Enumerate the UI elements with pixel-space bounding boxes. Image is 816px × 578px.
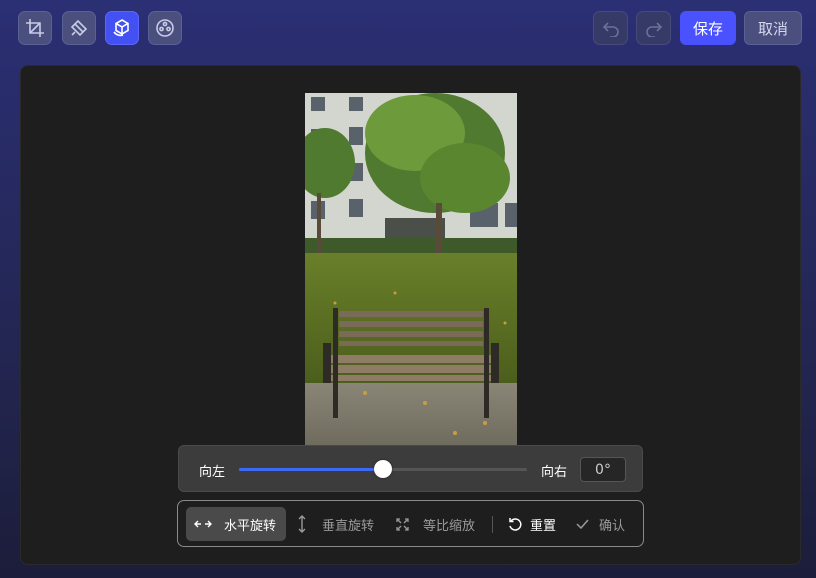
rotate-left-label[interactable]: 向左 bbox=[199, 461, 225, 480]
filter-tool-button[interactable] bbox=[148, 11, 182, 45]
redo-button[interactable] bbox=[636, 11, 671, 45]
horizontal-flip-label: 水平旋转 bbox=[224, 518, 277, 534]
reset-button[interactable]: 重置 bbox=[508, 507, 568, 541]
check-icon bbox=[576, 519, 589, 529]
reset-icon bbox=[508, 517, 522, 531]
transform-icon bbox=[113, 19, 129, 37]
proportional-scale-button[interactable]: 等比缩放 bbox=[394, 507, 484, 541]
redo-icon bbox=[645, 22, 662, 37]
vertical-flip-label: 垂直旋转 bbox=[322, 518, 375, 534]
reset-label: 重置 bbox=[530, 518, 557, 534]
top-toolbar: 保存 取消 bbox=[0, 0, 816, 58]
brush-tool-button[interactable] bbox=[62, 11, 96, 45]
rotate-right-label[interactable]: 向右 bbox=[541, 461, 567, 480]
transform-tool-button[interactable] bbox=[105, 11, 139, 45]
undo-button[interactable] bbox=[593, 11, 628, 45]
undo-icon bbox=[602, 22, 619, 37]
rotation-slider[interactable] bbox=[239, 460, 527, 478]
horizontal-flip-button[interactable]: 水平旋转 bbox=[186, 507, 286, 541]
proportional-scale-label: 等比缩放 bbox=[423, 518, 476, 534]
cancel-button[interactable]: 取消 bbox=[744, 11, 802, 45]
save-button[interactable]: 保存 bbox=[680, 11, 736, 45]
transform-mode-panel: 水平旋转 垂直旋转 等比缩放 重置 确认 bbox=[177, 500, 644, 547]
divider bbox=[492, 516, 493, 533]
confirm-label: 确认 bbox=[599, 518, 626, 534]
filter-icon bbox=[156, 19, 174, 37]
expand-icon bbox=[396, 517, 409, 531]
degree-input[interactable]: 0° bbox=[580, 457, 626, 482]
confirm-button[interactable]: 确认 bbox=[576, 507, 632, 541]
brush-icon bbox=[70, 19, 88, 37]
vertical-flip-button[interactable]: 垂直旋转 bbox=[296, 507, 388, 541]
vertical-arrows-icon bbox=[298, 515, 306, 533]
crop-tool-button[interactable] bbox=[18, 11, 52, 45]
horizontal-arrows-icon bbox=[194, 519, 212, 529]
rotate-panel: 向左 向右 0° bbox=[178, 445, 643, 492]
crop-icon bbox=[26, 19, 44, 37]
edited-photo bbox=[305, 93, 517, 449]
slider-handle[interactable] bbox=[374, 460, 392, 478]
slider-fill bbox=[239, 468, 383, 471]
